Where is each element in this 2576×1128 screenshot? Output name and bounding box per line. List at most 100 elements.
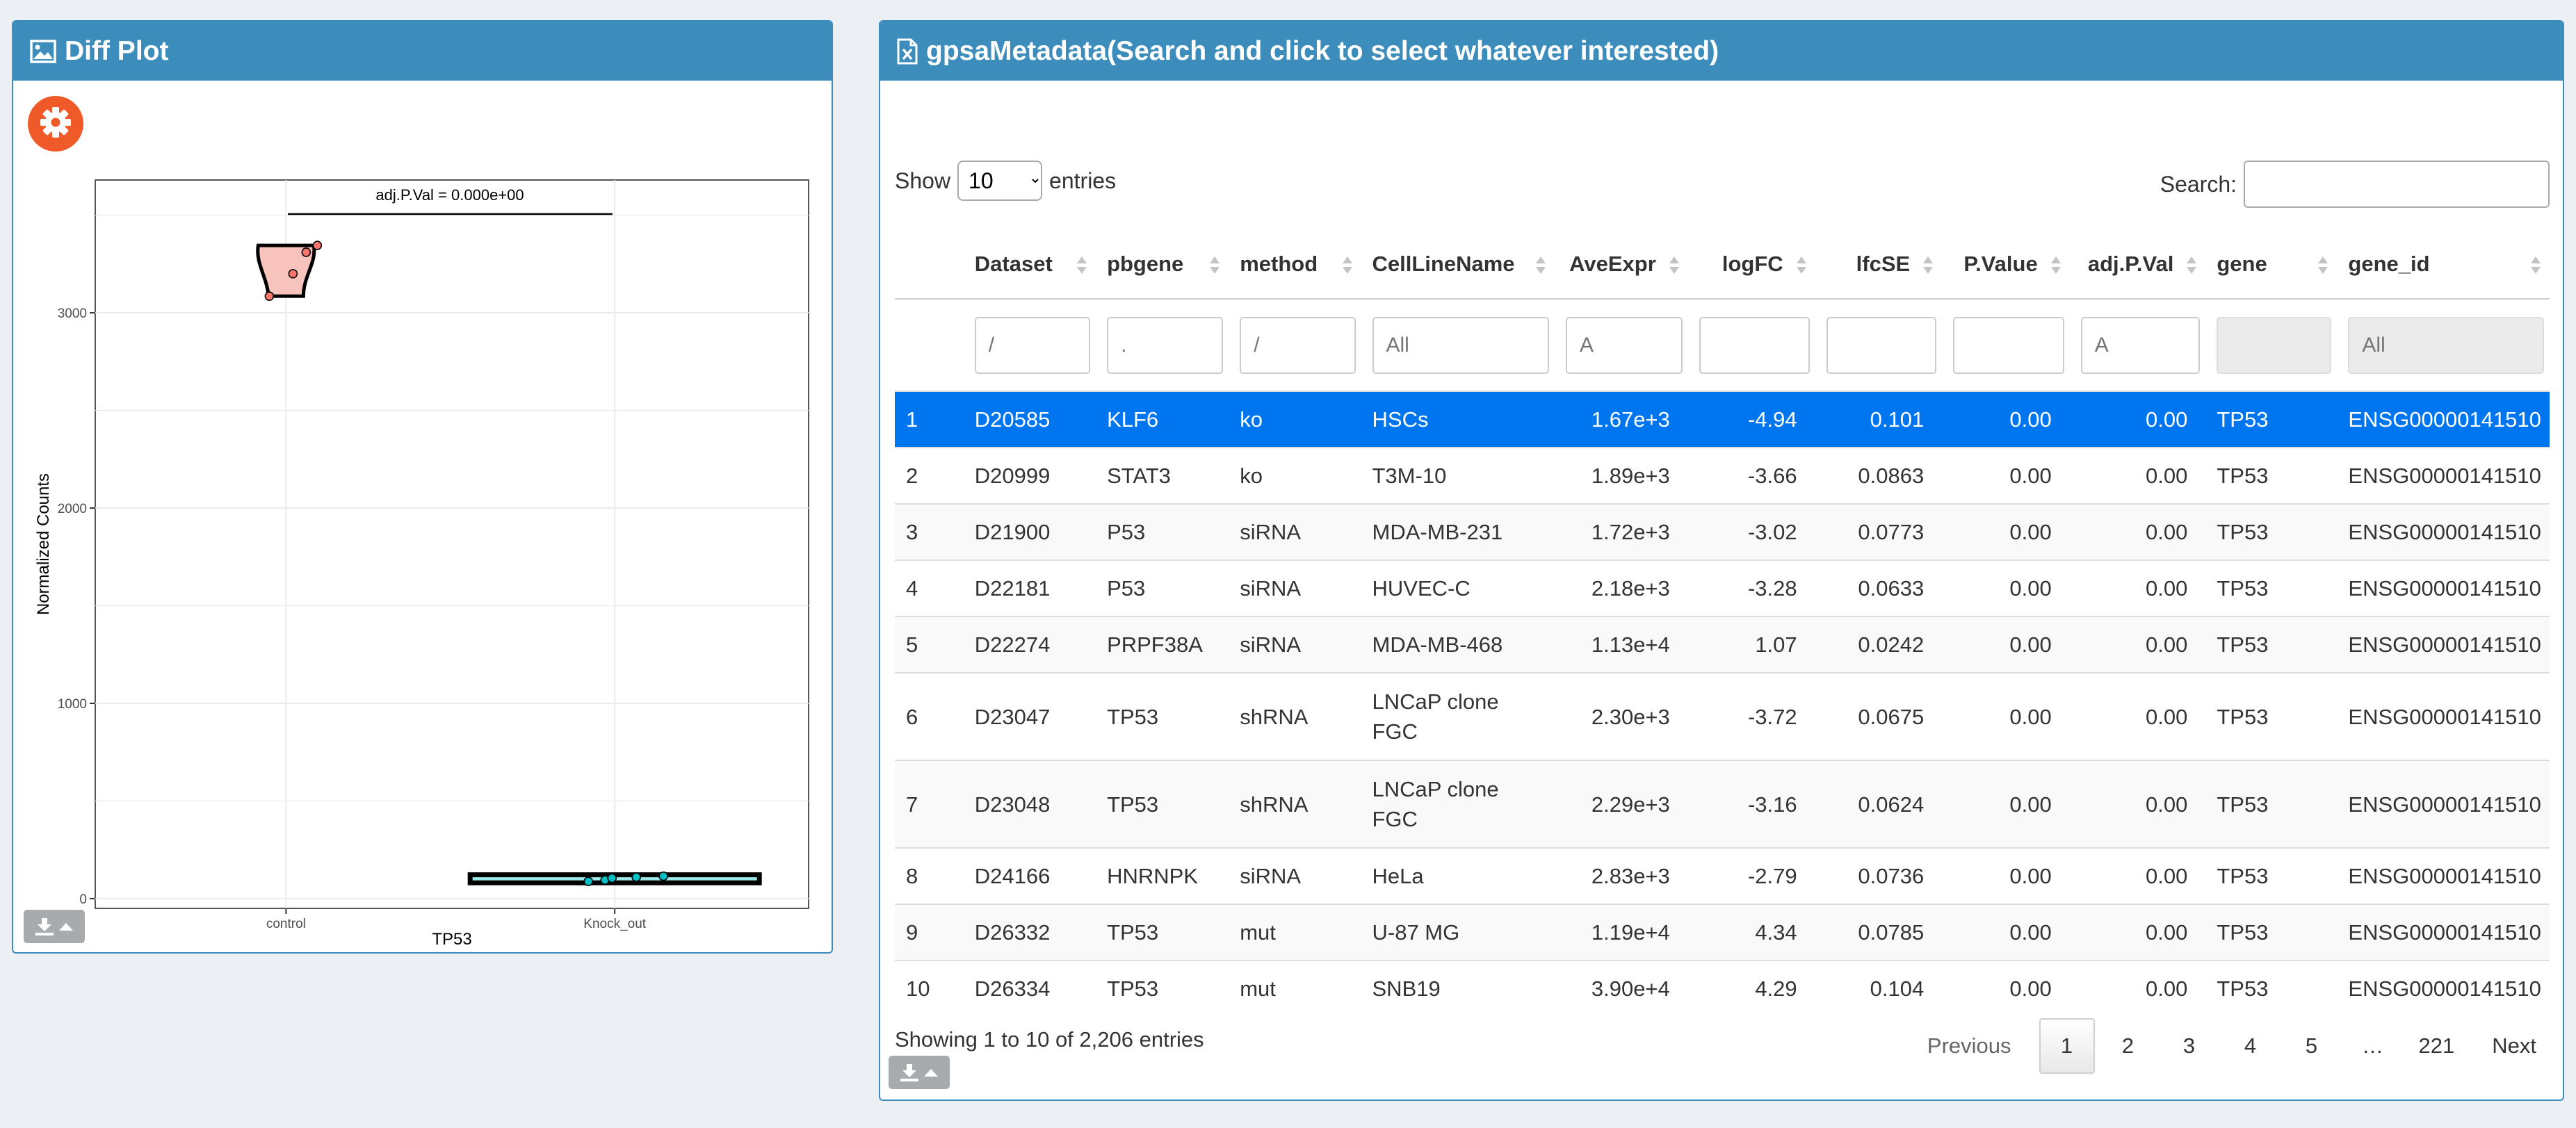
filter-input-dataset[interactable] (974, 316, 1091, 374)
excel-file-icon (897, 38, 918, 65)
cell-gene: TP53 (2205, 503, 2338, 560)
caret-up-icon (924, 1069, 938, 1077)
cell-p-value: 0.00 (1942, 559, 2070, 616)
table-row[interactable]: 6 D23047 TP53 shRNA LNCaP clone FGC 2.30e+3 -3… (895, 672, 2550, 760)
image-icon (30, 39, 56, 63)
data-point (631, 872, 641, 882)
table-row[interactable]: 10 D26334 TP53 mut SNB19 3.90e+4 4.29 0.104 0.00… (895, 960, 2550, 1017)
column-header-adj-p-val[interactable]: adj.P.Val (2069, 230, 2206, 300)
table-filter-row (895, 299, 2550, 392)
plot-download-button[interactable] (24, 910, 85, 943)
cell-method: shRNA (1229, 672, 1361, 760)
filter-cell (1096, 299, 1229, 392)
significance-label: adj.P.Val = 0.000e+00 (375, 186, 524, 204)
page-button-2[interactable]: 2 (2100, 1018, 2156, 1074)
column-header-gene[interactable]: gene (2205, 230, 2338, 300)
cell-aveexpr: 2.30e+3 (1554, 672, 1688, 760)
metadata-header: gpsaMetadata(Search and click to select … (880, 22, 2563, 81)
cell-aveexpr: 1.19e+4 (1554, 904, 1688, 961)
filter-input-pbgene[interactable] (1107, 316, 1224, 374)
page-button-1[interactable]: 1 (2039, 1018, 2095, 1074)
table-row[interactable]: 8 D24166 HNRNPK siRNA HeLa 2.83e+3 -2.79 0.0736… (895, 847, 2550, 904)
filter-cell (2069, 299, 2206, 392)
filter-input-p-value[interactable] (1953, 316, 2064, 374)
table-row[interactable]: 9 D26332 TP53 mut U-87 MG 1.19e+4 4.34 0.0785 0.… (895, 904, 2550, 961)
sort-arrows-icon (1342, 256, 1352, 275)
filter-cell (2205, 299, 2338, 392)
cell-lfcse: 0.0736 (1815, 847, 1943, 904)
column-header-lfcse[interactable]: lfcSE (1815, 230, 1943, 300)
cell-celllinename: HSCs (1361, 391, 1555, 448)
cell-celllinename: MDA-MB-231 (1361, 503, 1555, 560)
filter-input-method[interactable] (1240, 316, 1356, 374)
cell-index: 5 (895, 616, 964, 673)
cell-p-value: 0.00 (1942, 391, 2070, 448)
table-row[interactable]: 2 D20999 STAT3 ko T3M-10 1.89e+3 -3.66 0.0863 0.… (895, 447, 2550, 504)
data-point (264, 291, 275, 301)
cell-gene: TP53 (2205, 847, 2338, 904)
cell-gene-id: ENSG00000141510 (2337, 904, 2550, 961)
table-row[interactable]: 3 D21900 P53 siRNA MDA-MB-231 1.72e+3 -3.02 0.0… (895, 503, 2550, 560)
cell-method: siRNA (1229, 616, 1361, 673)
cell-method: shRNA (1229, 760, 1361, 848)
cell-celllinename: SNB19 (1361, 960, 1555, 1017)
column-header-aveexpr[interactable]: AveExpr (1554, 230, 1688, 300)
metadata-table: Dataset pbgene method CellLineName AveExpr lo… (895, 230, 2550, 1017)
table-row[interactable]: 4 D22181 P53 siRNA HUVEC-C 2.18e+3 -3.28 0.0633… (895, 559, 2550, 616)
filter-input-logfc[interactable] (1699, 316, 1810, 374)
column-header-index (895, 230, 964, 300)
show-label: Show (895, 167, 951, 193)
cell-logfc: 1.07 (1687, 616, 1815, 673)
table-info: Showing 1 to 10 of 2,206 entries (895, 1027, 1204, 1052)
sort-arrows-icon (2186, 256, 2197, 275)
page-button-3[interactable]: 3 (2162, 1018, 2217, 1074)
metadata-table-panel: gpsaMetadata(Search and click to select … (879, 20, 2564, 1101)
cell-celllinename: LNCaP clone FGC (1361, 672, 1555, 760)
column-header-p-value[interactable]: P.Value (1942, 230, 2070, 300)
table-download-button[interactable] (889, 1056, 950, 1089)
page-button-5[interactable]: 5 (2284, 1018, 2340, 1074)
column-header-pbgene[interactable]: pbgene (1096, 230, 1229, 300)
table-header-row: Dataset pbgene method CellLineName AveExpr lo… (895, 230, 2550, 300)
page-button-221[interactable]: 221 (2406, 1018, 2468, 1074)
diff-plot-header: Diff Plot (13, 22, 832, 81)
entries-label: entries (1049, 167, 1117, 193)
cell-dataset: D26332 (963, 904, 1096, 961)
table-row[interactable]: 5 D22274 PRPF38A siRNA MDA-MB-468 1.13e+4 1.07… (895, 616, 2550, 673)
plot-settings-button[interactable] (28, 96, 83, 152)
filter-cell (895, 299, 964, 392)
search-input[interactable] (2244, 161, 2550, 208)
cell-lfcse: 0.0624 (1815, 760, 1943, 848)
filter-input-aveexpr[interactable] (1565, 316, 1683, 374)
cell-method: siRNA (1229, 503, 1361, 560)
column-header-celllinename[interactable]: CellLineName (1361, 230, 1555, 300)
cell-celllinename: LNCaP clone FGC (1361, 760, 1555, 848)
filter-input-celllinename[interactable] (1372, 316, 1549, 374)
filter-input-adj-p-val[interactable] (2080, 316, 2201, 374)
column-header-dataset[interactable]: Dataset (963, 230, 1096, 300)
filter-cell (1361, 299, 1555, 392)
cell-dataset: D20585 (963, 391, 1096, 448)
filter-input-lfcse[interactable] (1826, 316, 1937, 374)
entries-select[interactable]: 10 (957, 161, 1043, 201)
column-header-method[interactable]: method (1229, 230, 1361, 300)
table-row[interactable]: 7 D23048 TP53 shRNA LNCaP clone FGC 2.29e+3 -3… (895, 760, 2550, 848)
pagination: Previous 1 2 3 4 5 … 221 Next (1909, 1018, 2549, 1074)
column-header-logfc[interactable]: logFC (1687, 230, 1815, 300)
cell-aveexpr: 1.13e+4 (1554, 616, 1688, 673)
cell-aveexpr: 2.18e+3 (1554, 559, 1688, 616)
column-header-gene-id[interactable]: gene_id (2337, 230, 2550, 300)
table-row[interactable]: 1 D20585 KLF6 ko HSCs 1.67e+3 -4.94 0.101 0.00 0.… (895, 391, 2550, 448)
next-page-button[interactable]: Next (2479, 1018, 2549, 1074)
data-point (607, 873, 617, 883)
cell-gene-id: ENSG00000141510 (2337, 391, 2550, 448)
cell-gene-id: ENSG00000141510 (2337, 503, 2550, 560)
page-button-4[interactable]: 4 (2223, 1018, 2278, 1074)
cell-p-value: 0.00 (1942, 616, 2070, 673)
cell-dataset: D22274 (963, 616, 1096, 673)
cell-method: mut (1229, 904, 1361, 961)
cell-logfc: -3.28 (1687, 559, 1815, 616)
cell-celllinename: U-87 MG (1361, 904, 1555, 961)
cell-pbgene: TP53 (1096, 760, 1229, 848)
cell-dataset: D21900 (963, 503, 1096, 560)
